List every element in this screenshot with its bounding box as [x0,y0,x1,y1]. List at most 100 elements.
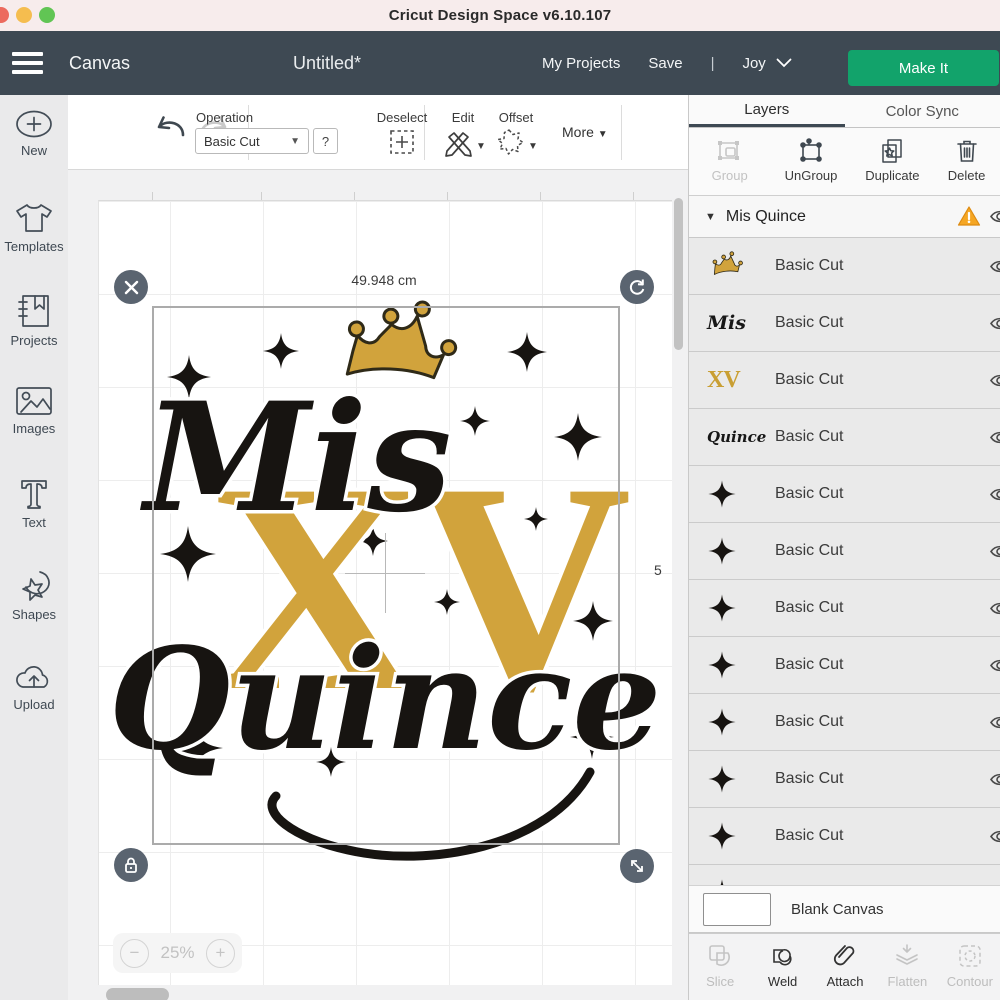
sidebar-item-projects[interactable]: Projects [0,279,68,371]
selection-resize-handle[interactable] [620,849,654,883]
user-menu[interactable]: Joy [742,55,791,72]
visibility-eye-icon[interactable] [990,371,1000,390]
make-it-button[interactable]: Make It [848,50,999,86]
operation-help-button[interactable]: ? [313,128,338,154]
zoom-in-button[interactable]: + [206,939,235,968]
duplicate-button[interactable]: Duplicate [852,128,933,195]
layer-row[interactable]: XV Basic Cut [689,352,1000,409]
layers-list: Basic Cut Mis Basic Cut XV Basic Cut Qui… [689,238,1000,885]
flatten-label: Flatten [888,974,928,989]
minimize-window-icon[interactable] [16,7,32,23]
visibility-eye-icon[interactable] [990,770,1000,789]
star-thumbnail [707,706,737,738]
menu-hamburger-icon[interactable] [12,52,43,74]
sidebar-item-templates[interactable]: Templates [0,187,68,279]
zoom-out-button[interactable]: − [120,939,149,968]
operation-dropdown[interactable]: Basic Cut ▼ [195,128,309,154]
attach-button[interactable]: Attach [814,942,876,1000]
edit-tools-button[interactable]: Edit ▼ [438,110,488,157]
sidebar-item-images[interactable]: Images [0,371,68,463]
blank-canvas-label: Blank Canvas [791,901,884,918]
layer-row[interactable]: Basic Cut [689,694,1000,751]
layer-row-label: Basic Cut [775,827,843,845]
contour-button[interactable]: Contour [939,942,1000,1000]
offset-button[interactable]: Offset ▼ [490,110,542,157]
operation-label: Operation [196,110,253,125]
group-expand-caret-icon[interactable]: ▼ [705,211,716,223]
visibility-eye-icon[interactable] [990,599,1000,618]
visibility-eye-icon[interactable] [990,656,1000,675]
layer-row[interactable]: Mis Basic Cut [689,295,1000,352]
fullscreen-window-icon[interactable] [39,7,55,23]
selection-height-label: 5 [654,562,662,578]
layer-actions: Group UnGroup [689,128,1000,196]
save-link[interactable]: Save [648,55,682,72]
layer-row-label: Basic Cut [775,770,843,788]
ungroup-button[interactable]: UnGroup [770,128,851,195]
tab-layers[interactable]: Layers [689,95,845,127]
attach-label: Attach [827,974,864,989]
deselect-label: Deselect [371,110,433,125]
layer-row[interactable]: Quince Basic Cut [689,409,1000,466]
slice-label: Slice [706,974,734,989]
cloud-upload-icon [13,661,55,693]
sidebar-item-new[interactable]: New [0,95,68,187]
tshirt-icon [14,201,54,235]
close-window-icon[interactable] [0,7,9,23]
more-menu-button[interactable]: More ▼ [562,124,608,140]
sidebar-item-text[interactable]: Text [0,463,68,555]
left-sidebar: New Templates Projects Images [0,95,68,1000]
star-thumbnail [707,820,737,852]
xv-thumbnail: XV [707,367,740,394]
flatten-icon [893,942,921,970]
visibility-eye-icon[interactable] [990,314,1000,333]
my-projects-link[interactable]: My Projects [542,55,620,72]
visibility-eye-icon[interactable] [990,485,1000,504]
undo-button[interactable] [154,113,188,141]
photo-icon [14,385,54,417]
visibility-eye-icon[interactable] [990,713,1000,732]
layer-row-label: Basic Cut [775,713,843,731]
toolbar-divider [621,105,622,160]
selection-lock-handle[interactable] [114,848,148,882]
background-canvas-row[interactable]: Blank Canvas [689,885,1000,933]
tab-color-sync[interactable]: Color Sync [845,95,1000,127]
layer-group-header[interactable]: ▼ Mis Quince [689,196,1000,238]
layer-row[interactable]: Basic Cut [689,808,1000,865]
sidebar-item-upload[interactable]: Upload [0,647,68,739]
canvas-viewport[interactable]: XV Mis Quince 49.948 cm 5 [68,170,688,1000]
dropdown-caret-icon: ▼ [290,136,300,147]
weld-button[interactable]: Weld [751,942,813,1000]
layer-row[interactable]: Basic Cut [689,865,1000,885]
group-button[interactable]: Group [689,128,770,195]
warning-icon[interactable] [957,205,981,227]
offset-icon: ▼ [494,127,538,157]
visibility-eye-icon[interactable] [990,257,1000,276]
layer-thumb [707,535,763,567]
flatten-button[interactable]: Flatten [876,942,938,1000]
document-title[interactable]: Untitled* [293,53,361,74]
delete-button[interactable]: Delete [933,128,1000,195]
sidebar-label-new: New [0,143,68,158]
shapes-icon [14,569,54,603]
vertical-scrollbar[interactable] [674,198,683,350]
layer-row[interactable]: Basic Cut [689,751,1000,808]
selection-rotate-handle[interactable] [620,270,654,304]
layer-row[interactable]: Basic Cut [689,523,1000,580]
deselect-button[interactable]: Deselect [371,110,433,157]
sidebar-item-shapes[interactable]: Shapes [0,555,68,647]
visibility-eye-icon[interactable] [990,827,1000,846]
layer-thumb [707,649,763,681]
visibility-eye-icon[interactable] [990,542,1000,561]
visibility-eye-icon[interactable] [990,428,1000,447]
selection-close-handle[interactable] [114,270,148,304]
visibility-eye-icon[interactable] [990,207,1000,226]
layer-row[interactable]: Basic Cut [689,466,1000,523]
layer-row[interactable]: Basic Cut [689,238,1000,295]
mis-thumbnail: Mis [707,312,746,334]
slice-button[interactable]: Slice [689,942,751,1000]
selection-bounding-box[interactable] [152,306,620,845]
layer-row[interactable]: Basic Cut [689,637,1000,694]
layer-row[interactable]: Basic Cut [689,580,1000,637]
horizontal-scrollbar[interactable] [106,988,169,1000]
